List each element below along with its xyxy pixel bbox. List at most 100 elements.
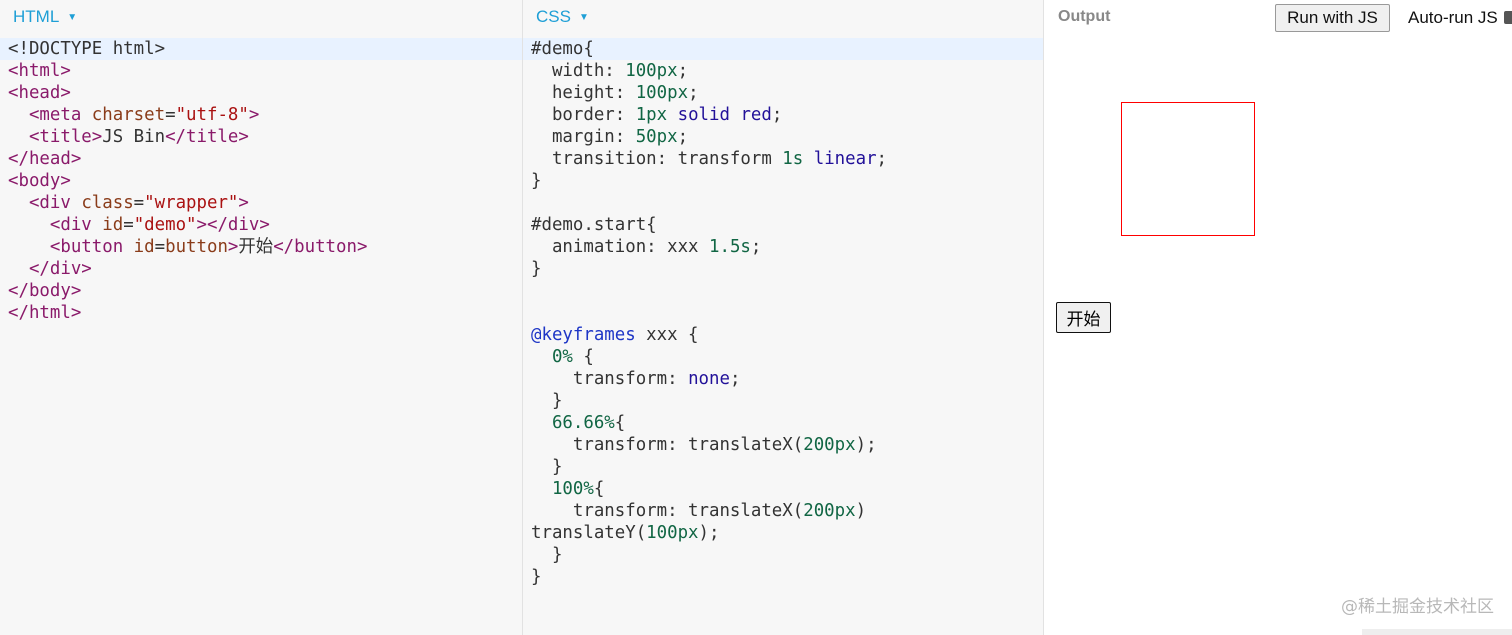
code-token: transform: translateX( — [531, 435, 804, 455]
run-with-js-button[interactable]: Run with JS — [1275, 4, 1390, 32]
html-code-line[interactable]: <title>JS Bin</title> — [0, 126, 522, 148]
html-code-line[interactable]: <div id="demo"></div> — [0, 214, 522, 236]
html-code-line[interactable]: <head> — [0, 82, 522, 104]
css-code-line[interactable]: height: 100px; — [523, 82, 1043, 104]
code-token: = — [165, 105, 176, 125]
html-code-line[interactable]: <!DOCTYPE html> — [0, 38, 522, 60]
auto-run-js-toggle[interactable]: Auto-run JS — [1408, 8, 1512, 28]
css-code-line[interactable]: 0% { — [523, 346, 1043, 368]
watermark: @稀土掘金技术社区 — [1341, 597, 1494, 617]
code-token: charset — [91, 105, 166, 125]
css-code-line[interactable]: width: 100px; — [523, 60, 1043, 82]
html-code-editor[interactable]: <!DOCTYPE html> <html> <head> <meta charse… — [0, 38, 522, 324]
code-token: button — [165, 237, 228, 257]
code-token: = — [133, 193, 145, 213]
css-code-line[interactable]: } — [523, 566, 1043, 588]
html-code-line[interactable]: </body> — [0, 280, 522, 302]
code-token: ></div> — [196, 215, 270, 235]
html-code-line[interactable]: <button id=button>开始</button> — [0, 236, 522, 258]
code-token: <title> — [28, 127, 103, 147]
css-panel-header: CSS ▼ — [523, 0, 1043, 32]
code-token: { — [572, 347, 594, 367]
css-code-line[interactable]: transform: translateX(200px) — [523, 500, 1043, 522]
code-token: } — [531, 391, 563, 411]
code-token: 66.66% — [531, 413, 615, 433]
code-token: 50px — [635, 127, 678, 147]
css-panel-menu[interactable]: CSS ▼ — [536, 7, 589, 27]
css-code-line[interactable]: } — [523, 170, 1043, 192]
code-token: = — [154, 237, 166, 257]
code-token: height: — [531, 83, 636, 103]
code-token: animation: xxx — [531, 237, 709, 257]
code-token: JS Bin — [102, 127, 166, 147]
css-code-line[interactable]: } — [523, 456, 1043, 478]
chevron-down-icon: ▼ — [578, 12, 589, 23]
code-token: <meta — [28, 105, 92, 125]
css-code-line[interactable]: 100%{ — [523, 478, 1043, 500]
css-code-line[interactable] — [523, 302, 1043, 324]
code-token: id — [133, 237, 155, 257]
code-token: } — [531, 171, 542, 191]
code-token: xxx { — [635, 325, 699, 345]
css-code-line[interactable]: } — [523, 544, 1043, 566]
css-code-line[interactable]: margin: 50px; — [523, 126, 1043, 148]
start-button[interactable]: 开始 — [1056, 302, 1111, 333]
html-editor-panel: HTML ▼ <!DOCTYPE html> <html> <head> <meta … — [0, 0, 523, 635]
css-code-line[interactable]: @keyframes xxx { — [523, 324, 1043, 346]
css-code-line[interactable]: border: 1px solid red; — [523, 104, 1043, 126]
css-code-line[interactable]: #demo{ — [523, 38, 1043, 60]
code-token: transition: transform — [531, 149, 783, 169]
html-code-line[interactable]: <html> — [0, 60, 522, 82]
code-token: 200px — [803, 501, 856, 521]
css-panel-title: CSS — [536, 7, 571, 26]
css-code-line[interactable]: #demo.start{ — [523, 214, 1043, 236]
output-panel: Output Run with JS Auto-run JS 开始 @稀土掘金技… — [1044, 0, 1512, 635]
html-code-line[interactable]: <div class="wrapper"> — [0, 192, 522, 214]
html-panel-header: HTML ▼ — [0, 0, 522, 32]
css-code-line[interactable]: } — [523, 390, 1043, 412]
checkbox-icon[interactable] — [1503, 11, 1512, 24]
html-code-line[interactable]: </head> — [0, 148, 522, 170]
code-token: 开始 — [238, 237, 274, 257]
code-token: ; — [771, 105, 783, 125]
code-token: none — [688, 369, 730, 389]
code-token: border: — [531, 105, 636, 125]
html-code-line[interactable]: </html> — [0, 302, 522, 324]
html-code-line[interactable]: </div> — [0, 258, 522, 280]
code-token: red — [740, 105, 772, 125]
code-token: <button — [49, 237, 134, 257]
html-code-line[interactable]: <body> — [0, 170, 522, 192]
css-code-editor[interactable]: #demo{ width: 100px; height: 100px; bord… — [523, 38, 1043, 588]
code-token: "demo" — [133, 215, 197, 235]
css-code-line[interactable]: transform: translateX(200px); — [523, 434, 1043, 456]
html-panel-menu[interactable]: HTML ▼ — [13, 7, 77, 27]
code-token: <body> — [8, 171, 71, 191]
code-token: 100px — [625, 61, 678, 81]
css-code-line[interactable]: animation: xxx 1.5s; — [523, 236, 1043, 258]
auto-run-js-label: Auto-run JS — [1408, 8, 1498, 27]
code-token: } — [531, 567, 542, 587]
chevron-down-icon: ▼ — [67, 12, 78, 23]
css-code-line[interactable]: 66.66%{ — [523, 412, 1043, 434]
css-code-line[interactable]: transition: transform 1s linear; — [523, 148, 1043, 170]
code-token: <head> — [8, 83, 71, 103]
html-code-line[interactable]: <meta charset="utf-8"> — [0, 104, 522, 126]
code-token: 100px — [635, 83, 689, 103]
code-token: ; — [750, 237, 762, 257]
css-code-line[interactable] — [523, 280, 1043, 302]
css-code-line[interactable]: translateY(100px); — [523, 522, 1043, 544]
code-token: > — [238, 193, 249, 213]
code-token: 1.5s — [709, 237, 751, 257]
css-code-line[interactable]: transform: none; — [523, 368, 1043, 390]
code-token: ; — [677, 61, 689, 81]
code-token: "utf-8" — [175, 105, 249, 125]
code-token: <!DOCTYPE html> — [8, 39, 166, 59]
css-code-line[interactable] — [523, 192, 1043, 214]
code-token: solid — [677, 105, 730, 125]
code-token: 1s — [782, 149, 804, 169]
css-code-line[interactable]: } — [523, 258, 1043, 280]
